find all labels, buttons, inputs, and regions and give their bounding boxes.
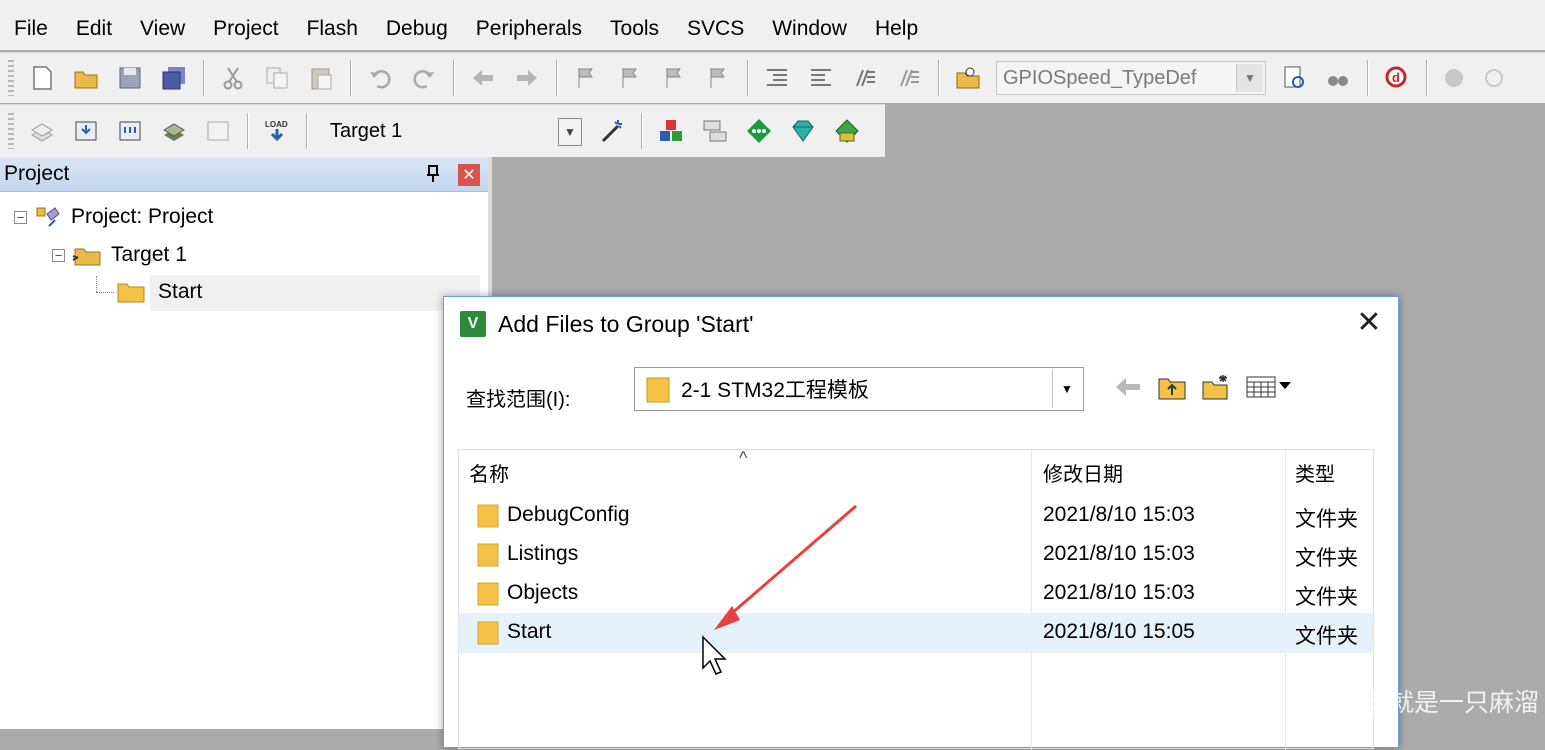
annotation-overlay [702, 504, 857, 675]
annotation-arrow-line [723, 504, 857, 622]
mouse-cursor-icon [702, 635, 727, 675]
watermark: CSDN @就是一只麻溜 [1285, 689, 1539, 717]
